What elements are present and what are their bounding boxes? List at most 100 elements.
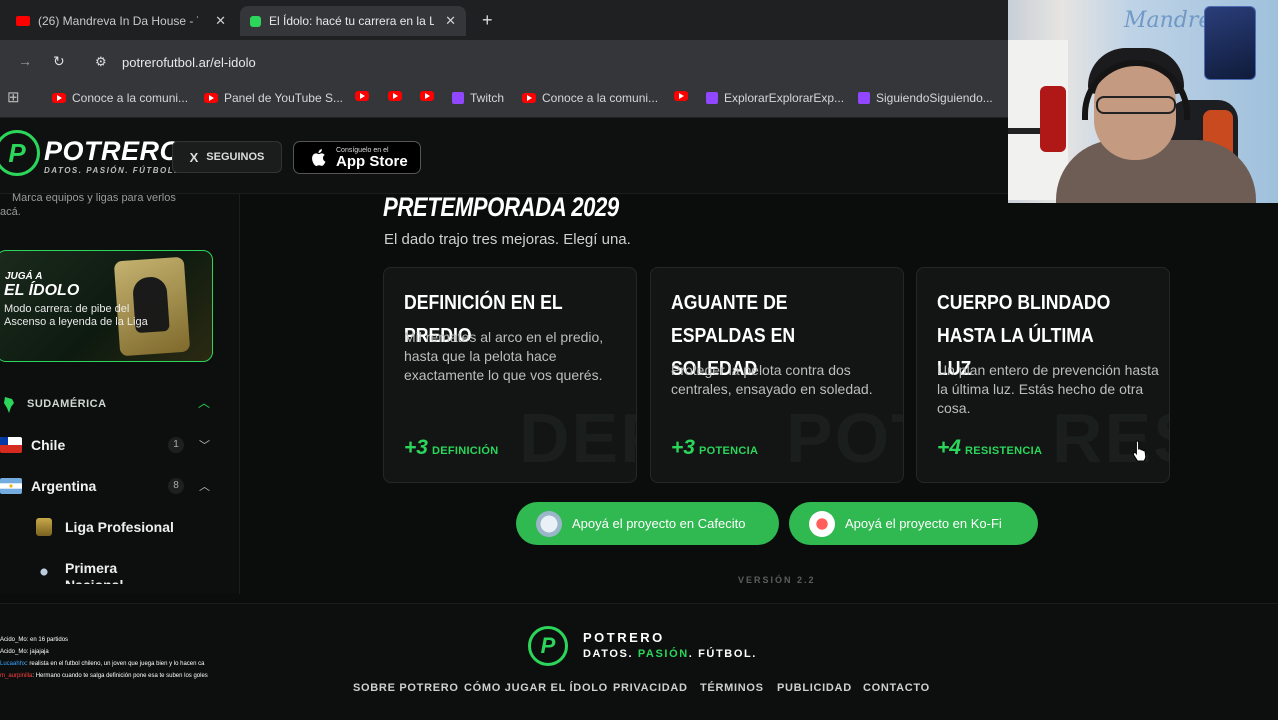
country-name: Argentina (31, 478, 97, 494)
youtube-icon (16, 16, 30, 26)
promo-kicker: JUGÁ A (5, 271, 43, 282)
league-item-liga-profesional[interactable]: Liga Profesional (36, 518, 174, 536)
page-title: PRETEMPORADA 2029 (383, 192, 619, 222)
promo-title: EL ÍDOLO (4, 282, 80, 299)
country-count-badge: 1 (168, 437, 184, 453)
tab-title: El Ídolo: hacé tu carrera en la L (269, 14, 434, 28)
bookmark-item[interactable]: ExplorarExplorarExp... (706, 91, 844, 105)
footer-link-publicidad[interactable]: PUBLICIDAD (777, 682, 852, 694)
follow-x-button[interactable]: X SEGUINOS (172, 141, 282, 173)
bookmark-item[interactable]: Conoce a la comuni... (52, 91, 188, 105)
bonus-value: +3 (404, 436, 428, 459)
site-info-icon[interactable]: ⚙ (95, 54, 107, 70)
bookmark-item[interactable] (674, 91, 694, 101)
site-brand[interactable]: POTRERO (44, 136, 181, 167)
bookmark-item[interactable] (355, 91, 375, 101)
twitch-icon (452, 92, 464, 104)
league-item-primera-nacional[interactable]: Primera Nacional (36, 560, 145, 584)
address-input[interactable]: potrerofutbol.ar/el-idolo (122, 55, 256, 70)
kofi-donate-button[interactable]: Apoyá el proyecto en Ko-Fi (789, 502, 1038, 545)
card-description: Un plan entero de prevención hasta la úl… (937, 362, 1159, 416)
card-description: Proteger la pelota contra dos centrales,… (671, 362, 873, 397)
new-tab-button[interactable]: + (482, 10, 493, 31)
footer-tagline: DATOS. PASIÓN. FÚTBOL. (583, 648, 757, 660)
footer-link-terminos[interactable]: TÉRMINOS (700, 682, 764, 694)
chat-text: : jajajaja (26, 649, 49, 655)
potrero-logo-icon[interactable]: P (528, 626, 568, 666)
card-description: Mil remates al arco en el predio, hasta … (404, 329, 604, 383)
chile-flag-icon (0, 437, 22, 453)
tagline-part: . FÚTBOL. (688, 648, 757, 660)
chat-message: Acido_Mo: en 16 partidos (0, 634, 250, 646)
donate-label: Apoyá el proyecto en Ko-Fi (845, 516, 1002, 531)
app-store-button[interactable]: Consíguelo en el App Store (293, 141, 421, 174)
bonus-stat: RESISTENCIA (964, 445, 1043, 457)
bookmark-item[interactable]: SiguiendoSiguiendo... (858, 91, 993, 105)
country-row-chile[interactable]: Chile 1 ﹀ (0, 432, 215, 458)
cafecito-donate-button[interactable]: Apoyá el proyecto en Cafecito (516, 502, 779, 545)
version-label: VERSIÓN 2.2 (738, 575, 816, 585)
footer-link-como-jugar[interactable]: CÓMO JUGAR EL ÍDOLO (464, 682, 608, 694)
close-tab-icon[interactable]: ✕ (215, 13, 226, 29)
card-watermark: DEF (519, 399, 636, 477)
youtube-icon (674, 91, 688, 101)
tagline-part: DATOS. (583, 648, 638, 660)
youtube-icon (522, 93, 536, 103)
region-label: SUDAMÉRICA (27, 398, 107, 410)
youtube-icon (204, 93, 218, 103)
upgrade-card-potencia[interactable]: POT AGUANTE DE ESPALDAS EN SOLEDAD Prote… (650, 267, 904, 483)
bookmark-label: Conoce a la comuni... (542, 91, 659, 105)
chat-user: Lucaahhx (0, 661, 27, 667)
primera-nacional-icon (36, 564, 52, 580)
country-row-argentina[interactable]: Argentina 8 ︿ (0, 473, 215, 499)
bookmark-item[interactable]: Twitch (452, 91, 504, 105)
tagline-part: PASIÓN (637, 648, 689, 660)
apple-icon (312, 149, 326, 167)
bookmark-item[interactable] (420, 91, 440, 101)
chat-user: m_aurpinilla (0, 673, 33, 679)
microphone-icon (1040, 86, 1066, 152)
argentina-flag-icon (0, 478, 22, 494)
twitch-icon (858, 92, 870, 104)
stream-chat-overlay: Acido_Mo: en 16 partidos Acido_Mo: jajaj… (0, 634, 250, 682)
bookmark-item[interactable]: Conoce a la comuni... (522, 91, 658, 105)
bookmark-label: SiguiendoSiguiendo... (876, 91, 993, 105)
forward-icon[interactable]: → (18, 53, 32, 69)
bookmark-item[interactable]: Panel de YouTube S... (204, 91, 343, 105)
footer-link-sobre[interactable]: SOBRE POTRERO (353, 682, 459, 694)
apps-grid-icon[interactable]: ⊞ (7, 88, 20, 106)
bookmark-label: Twitch (470, 91, 505, 105)
chat-message: Lucaahhx: realista en el futbol chileno,… (0, 658, 250, 670)
chat-user: Acido_Mo (0, 649, 27, 655)
region-toggle-sudamerica[interactable]: SUDAMÉRICA ︿ (0, 393, 215, 415)
tab-title: (26) Mandreva In Da House - Yo (38, 14, 198, 28)
wall-player-card (1204, 6, 1256, 80)
site-tagline: DATOS. PASIÓN. FÚTBOL. (44, 166, 178, 175)
browser-tab-youtube[interactable]: (26) Mandreva In Da House - Yo ✕ (6, 6, 236, 36)
chat-text: : Hermano cuando te salga definición pon… (32, 673, 208, 679)
card-watermark: POT (786, 399, 903, 477)
liga-profesional-icon (36, 518, 52, 536)
el-idolo-promo-banner[interactable]: JUGÁ A EL ÍDOLO Modo carrera: de pibe de… (0, 250, 213, 362)
bonus-stat: DEFINICIÓN (431, 445, 499, 457)
browser-tab-el-idolo[interactable]: El Ídolo: hacé tu carrera en la L ✕ (240, 6, 466, 36)
x-icon: X (189, 149, 199, 165)
chevron-down-icon: ﹀ (199, 440, 210, 452)
youtube-icon (420, 91, 434, 101)
country-count-badge: 8 (168, 478, 184, 494)
close-tab-icon[interactable]: ✕ (445, 13, 456, 29)
chat-text: : en 16 partidos (26, 637, 69, 643)
youtube-icon (52, 93, 66, 103)
donate-label: Apoyá el proyecto en Cafecito (572, 516, 746, 531)
footer-link-contacto[interactable]: CONTACTO (863, 682, 930, 694)
chevron-up-icon: ︿ (198, 396, 211, 410)
page-subtitle: El dado trajo tres mejoras. Elegí una. (384, 231, 631, 248)
bookmark-item[interactable] (388, 91, 408, 101)
card-bonus: +3 POTENCIA (671, 436, 758, 460)
chat-user: Acido_Mo (0, 637, 27, 643)
reload-icon[interactable]: ↻ (53, 53, 65, 70)
league-name: Primera Nacional (65, 560, 123, 584)
footer-brand: POTRERO (583, 630, 665, 645)
upgrade-card-definicion[interactable]: DEF DEFINICIÓN EN EL PREDIO Mil remates … (383, 267, 637, 483)
footer-link-privacidad[interactable]: PRIVACIDAD (613, 682, 688, 694)
